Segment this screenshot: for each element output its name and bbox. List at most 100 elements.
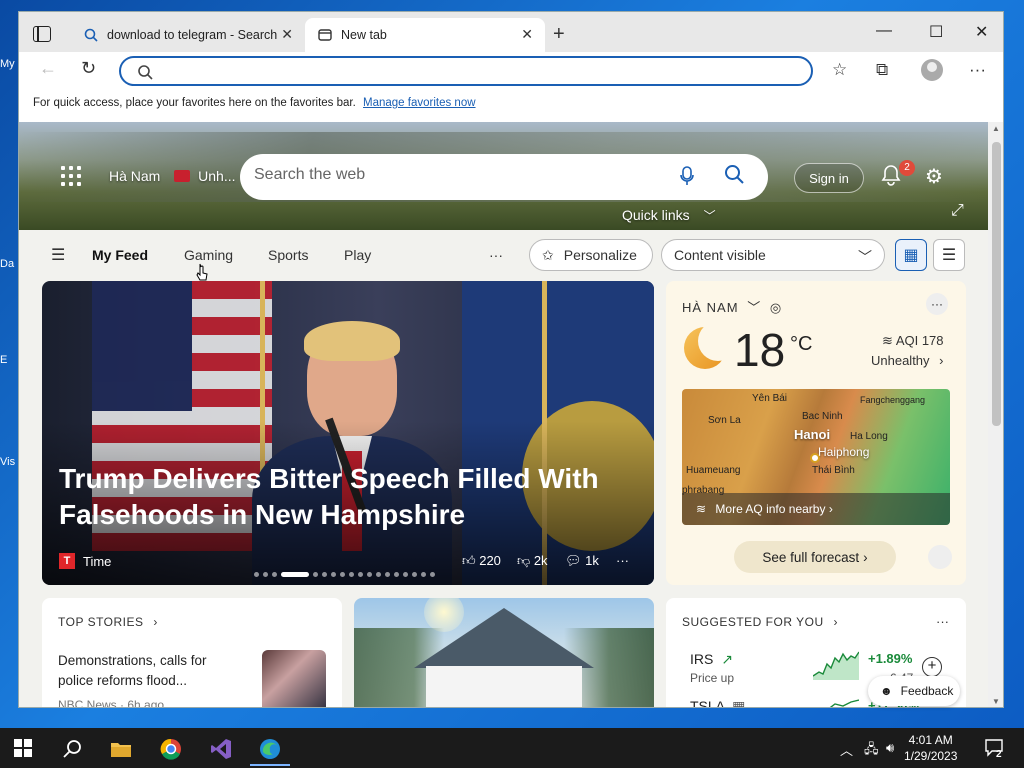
search-icon[interactable] — [62, 738, 84, 760]
carousel-dot[interactable] — [385, 572, 390, 577]
more-options-icon[interactable]: ··· — [936, 614, 949, 629]
desktop-icon-label[interactable]: Vis — [0, 456, 20, 468]
carousel-dot[interactable] — [412, 572, 417, 577]
tab-gaming[interactable]: Gaming — [184, 247, 233, 263]
manage-favorites-link[interactable]: Manage favorites now — [363, 97, 476, 109]
taskbar-clock[interactable]: 4:01 AM 1/29/2023 — [904, 732, 957, 764]
maximize-icon[interactable]: ☐ — [929, 22, 943, 42]
carousel-dot[interactable] — [322, 572, 327, 577]
carousel-dot[interactable] — [394, 572, 399, 577]
chrome-icon[interactable] — [160, 738, 182, 760]
weather-card[interactable]: HÀ NAM ﹀ ◎ ··· 18 °C ≋ AQI 178 Unhealthy… — [666, 281, 966, 585]
scroll-up-icon[interactable]: ▲ — [992, 124, 1000, 133]
page-scrollbar[interactable]: ▲ ▼ — [988, 122, 1003, 707]
list-view-icon[interactable]: ☰ — [933, 239, 965, 271]
personalize-button[interactable]: ✩ Personalize — [529, 239, 653, 271]
more-tabs-icon[interactable]: ··· — [489, 247, 503, 263]
carousel-dot[interactable] — [430, 572, 435, 577]
volume-icon[interactable]: 🔊︎ — [886, 740, 894, 756]
more-options-icon[interactable]: ··· — [969, 60, 986, 80]
hero-news-card[interactable]: Trump Delivers Bitter Speech Filled With… — [42, 281, 654, 585]
grid-view-icon[interactable]: ▦ — [895, 239, 927, 271]
aqi-map[interactable]: Yên Bái Sơn La Bac Ninh Fangchenggang Ha… — [682, 389, 950, 525]
search-icon[interactable] — [724, 164, 744, 190]
suggested-heading[interactable]: SUGGESTED FOR YOU › — [682, 615, 838, 629]
windows-start-icon[interactable] — [14, 739, 32, 757]
tab-actions-icon[interactable] — [33, 26, 51, 42]
carousel-dot[interactable] — [340, 572, 345, 577]
stock-symbol[interactable]: TSLA ▦ — [690, 698, 745, 707]
scroll-down-icon[interactable]: ▼ — [992, 697, 1000, 706]
carousel-dot[interactable] — [281, 572, 309, 577]
tab-new-tab[interactable]: New tab ✕ — [305, 18, 545, 52]
carousel-dot[interactable] — [358, 572, 363, 577]
more-options-icon[interactable]: ··· — [616, 553, 629, 568]
address-input[interactable] — [161, 62, 781, 80]
news-image-card[interactable] — [354, 598, 654, 707]
carousel-dot[interactable] — [403, 572, 408, 577]
top-stories-card[interactable]: TOP STORIES › Demonstrations, calls for … — [42, 598, 342, 707]
comments-button[interactable]: 💬︎ 1k — [565, 553, 599, 569]
edge-icon[interactable] — [259, 738, 281, 760]
close-tab-icon[interactable]: ✕ — [281, 26, 293, 43]
visual-studio-icon[interactable] — [210, 738, 232, 760]
temperature-unit[interactable]: °C — [790, 333, 812, 356]
hamburger-menu-icon[interactable]: ☰ — [51, 245, 65, 265]
quick-links-toggle[interactable]: Quick links ﹀ — [622, 207, 716, 224]
close-window-icon[interactable]: ✕ — [975, 22, 988, 42]
carousel-dot[interactable] — [331, 572, 336, 577]
network-icon[interactable]: 🖧︎ — [864, 740, 879, 762]
carousel-dot[interactable] — [313, 572, 318, 577]
carousel-dot[interactable] — [254, 572, 259, 577]
hero-headline[interactable]: Trump Delivers Bitter Speech Filled With… — [59, 461, 619, 533]
carousel-dot[interactable] — [272, 572, 277, 577]
notifications-bell-icon[interactable] — [881, 164, 901, 192]
location-weather-chip[interactable]: Hà Nam Unh... — [109, 168, 236, 184]
desktop-icon-label[interactable]: E — [0, 354, 20, 366]
new-tab-button[interactable]: + — [553, 23, 565, 46]
carousel-dot[interactable] — [367, 572, 372, 577]
story-headline[interactable]: Demonstrations, calls for police reforms… — [58, 651, 238, 691]
settings-gear-icon[interactable]: ⚙ — [925, 164, 943, 189]
desktop-icon-label[interactable]: Da — [0, 258, 20, 270]
carousel-dots[interactable] — [254, 572, 435, 577]
stock-symbol[interactable]: IRS ↗ — [690, 651, 733, 668]
like-button[interactable]: 👍︎ 220 — [462, 553, 501, 569]
story-thumbnail[interactable] — [262, 650, 326, 707]
see-full-forecast-button[interactable]: See full forecast › — [734, 541, 896, 573]
aqi-panel[interactable]: ≋ AQI 178 Unhealthy › — [871, 331, 944, 371]
carousel-dot[interactable] — [349, 572, 354, 577]
more-aq-info-link[interactable]: ≋ More AQ info nearby › — [682, 493, 950, 525]
app-launcher-icon[interactable] — [61, 166, 81, 186]
feedback-button[interactable]: ☻ Feedback — [868, 676, 960, 706]
desktop-icon-label[interactable]: My — [0, 58, 20, 70]
top-stories-heading[interactable]: TOP STORIES › — [58, 615, 158, 629]
tab-sports[interactable]: Sports — [268, 247, 308, 263]
close-tab-icon[interactable]: ✕ — [521, 26, 533, 43]
dislike-button[interactable]: 👎︎ 2k — [517, 553, 548, 569]
hero-source[interactable]: T Time — [59, 553, 111, 569]
microphone-icon[interactable] — [680, 166, 694, 191]
web-search-input[interactable] — [254, 166, 654, 184]
tab-play[interactable]: Play — [344, 247, 371, 263]
chevron-up-icon[interactable]: ︿ — [840, 740, 853, 759]
scrollbar-thumb[interactable] — [992, 142, 1001, 426]
address-bar[interactable] — [119, 56, 813, 86]
favorites-star-icon[interactable]: ☆ — [832, 60, 847, 80]
carousel-dot[interactable] — [421, 572, 426, 577]
collections-icon[interactable]: ⧉ — [876, 60, 888, 80]
file-explorer-icon[interactable] — [110, 738, 132, 760]
more-options-icon[interactable]: ··· — [926, 293, 948, 315]
refresh-icon[interactable]: ↻ — [81, 58, 96, 79]
tab-search[interactable]: download to telegram - Search ✕ — [69, 18, 305, 52]
expand-icon[interactable]: ⤢ — [951, 202, 964, 220]
content-visibility-select[interactable]: Content visible ﹀ — [661, 239, 885, 271]
back-arrow-icon[interactable]: ← — [39, 58, 57, 79]
tab-my-feed[interactable]: My Feed — [92, 247, 148, 263]
coffee-cup-icon[interactable] — [928, 545, 952, 569]
minimize-icon[interactable]: — — [876, 22, 892, 40]
sign-in-button[interactable]: Sign in — [794, 163, 864, 193]
carousel-dot[interactable] — [376, 572, 381, 577]
carousel-dot[interactable] — [263, 572, 268, 577]
weather-location[interactable]: HÀ NAM ﹀ ◎ — [682, 297, 782, 316]
